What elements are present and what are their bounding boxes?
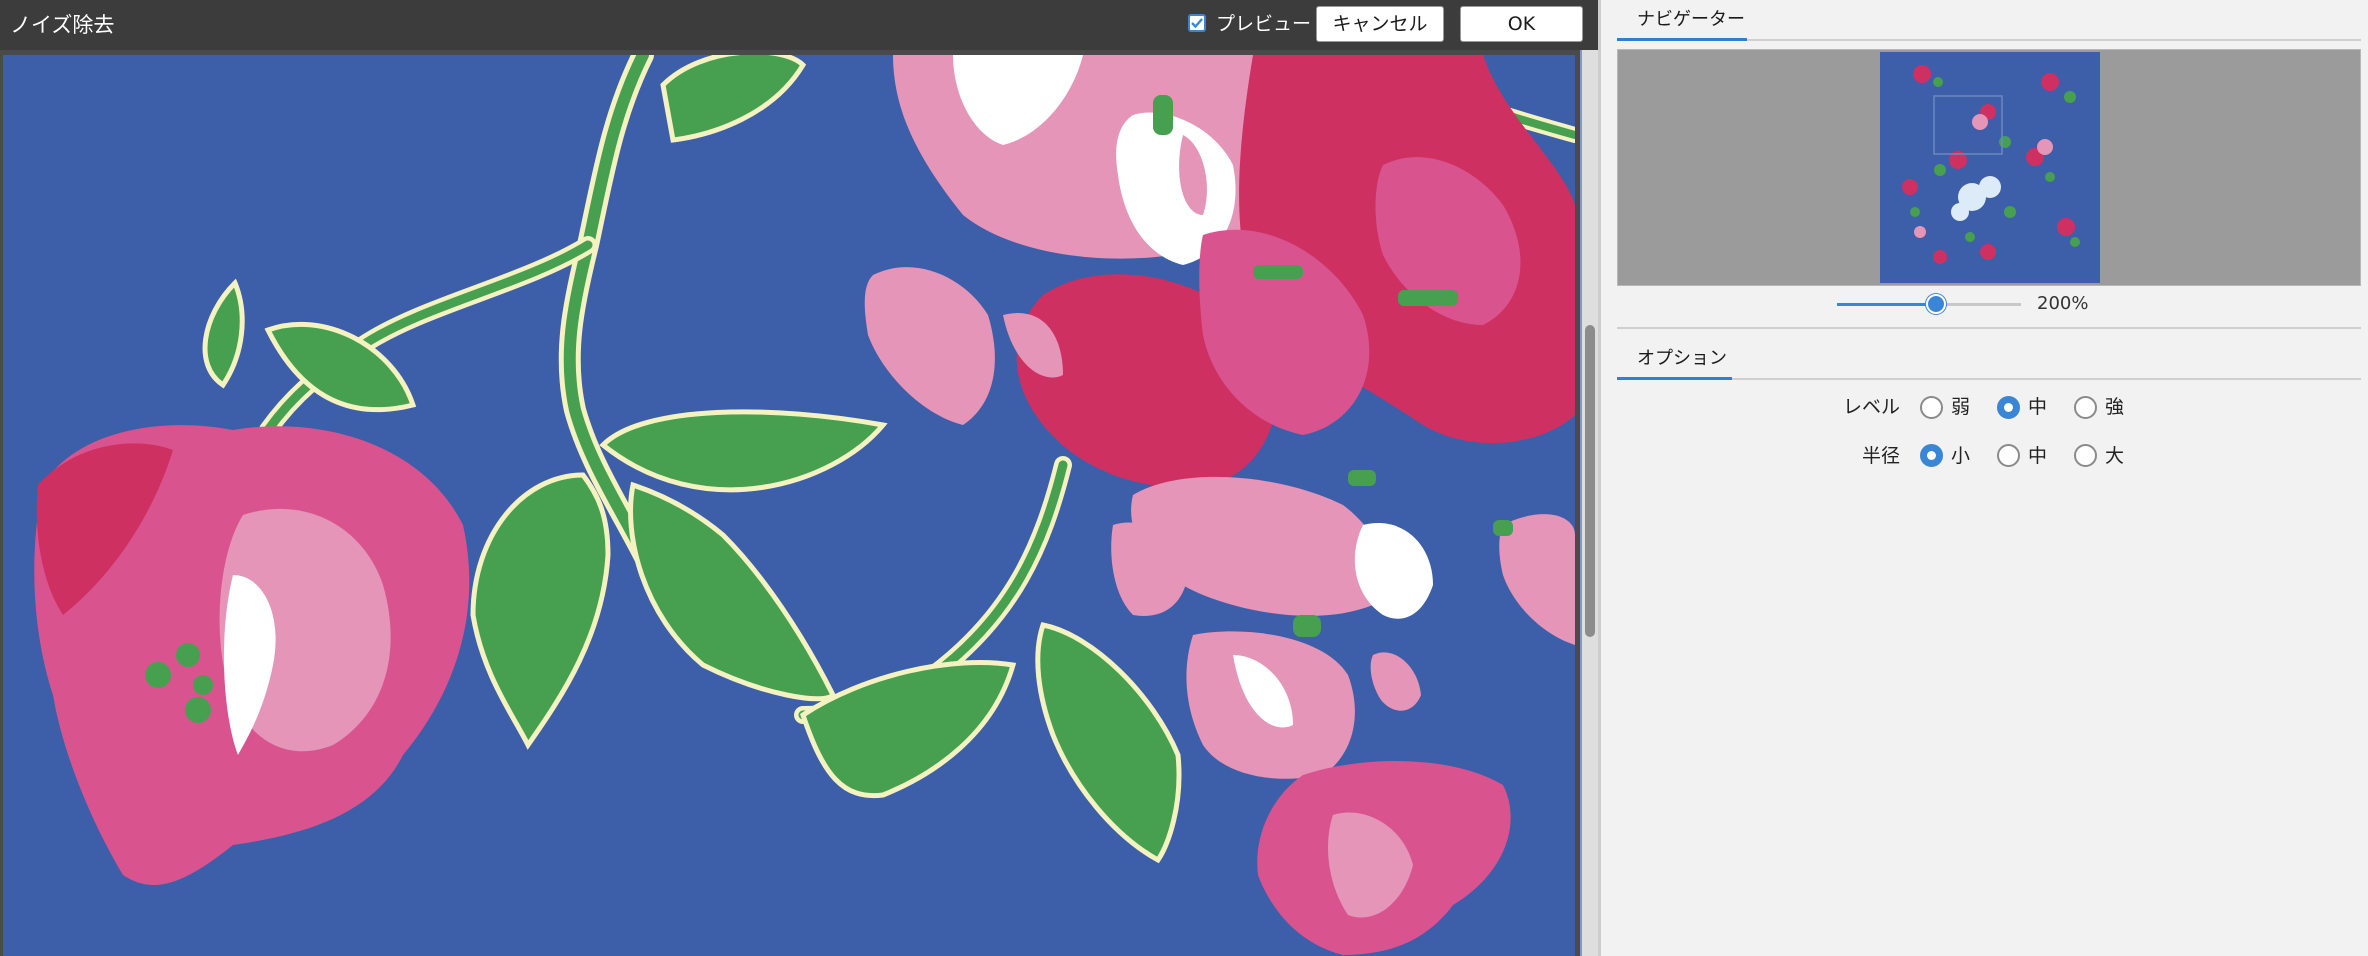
- dialog-title: ノイズ除去: [10, 13, 115, 37]
- cancel-button[interactable]: キャンセル: [1316, 6, 1444, 42]
- preview-label[interactable]: プレビュー: [1216, 11, 1311, 37]
- radius-option-medium[interactable]: 中: [2028, 443, 2047, 469]
- tab-options-underline: [1617, 377, 1732, 380]
- tab-options[interactable]: オプション: [1637, 347, 1727, 371]
- level-option-weak[interactable]: 弱: [1951, 394, 1970, 420]
- level-label: レベル: [1842, 396, 1900, 418]
- radius-label: 半径: [1861, 445, 1900, 467]
- preview-checkbox[interactable]: [1188, 14, 1206, 32]
- zoom-level: 200%: [2037, 293, 2089, 314]
- level-option-medium[interactable]: 中: [2028, 394, 2047, 420]
- dialog-title-bar: ノイズ除去 プレビュー キャンセル OK: [0, 0, 1598, 50]
- level-radio-weak[interactable]: [1920, 396, 1943, 419]
- tab-navigator-underline: [1617, 38, 1747, 41]
- tab-navigator[interactable]: ナビゲーター: [1637, 8, 1745, 32]
- navigator-thumbnail[interactable]: [1880, 52, 2100, 283]
- radius-radio-medium[interactable]: [1997, 444, 2020, 467]
- divider: [1617, 327, 2361, 329]
- level-option-strong[interactable]: 強: [2105, 394, 2124, 420]
- checkmark-icon: [1191, 18, 1203, 29]
- radius-option-large[interactable]: 大: [2105, 443, 2124, 469]
- ok-button[interactable]: OK: [1460, 6, 1583, 42]
- divider: [1732, 378, 2361, 380]
- level-radio-strong[interactable]: [2074, 396, 2097, 419]
- vertical-scrollbar-thumb[interactable]: [1585, 325, 1595, 637]
- divider: [1747, 39, 2361, 41]
- preview-canvas-frame: [0, 50, 1598, 956]
- zoom-slider-fill: [1837, 303, 1935, 306]
- preview-image[interactable]: [3, 55, 1575, 956]
- radius-radio-large[interactable]: [2074, 444, 2097, 467]
- zoom-slider-thumb[interactable]: [1926, 294, 1946, 314]
- radius-option-small[interactable]: 小: [1951, 443, 1970, 469]
- radius-radio-small[interactable]: [1920, 444, 1943, 467]
- level-radio-medium[interactable]: [1997, 396, 2020, 419]
